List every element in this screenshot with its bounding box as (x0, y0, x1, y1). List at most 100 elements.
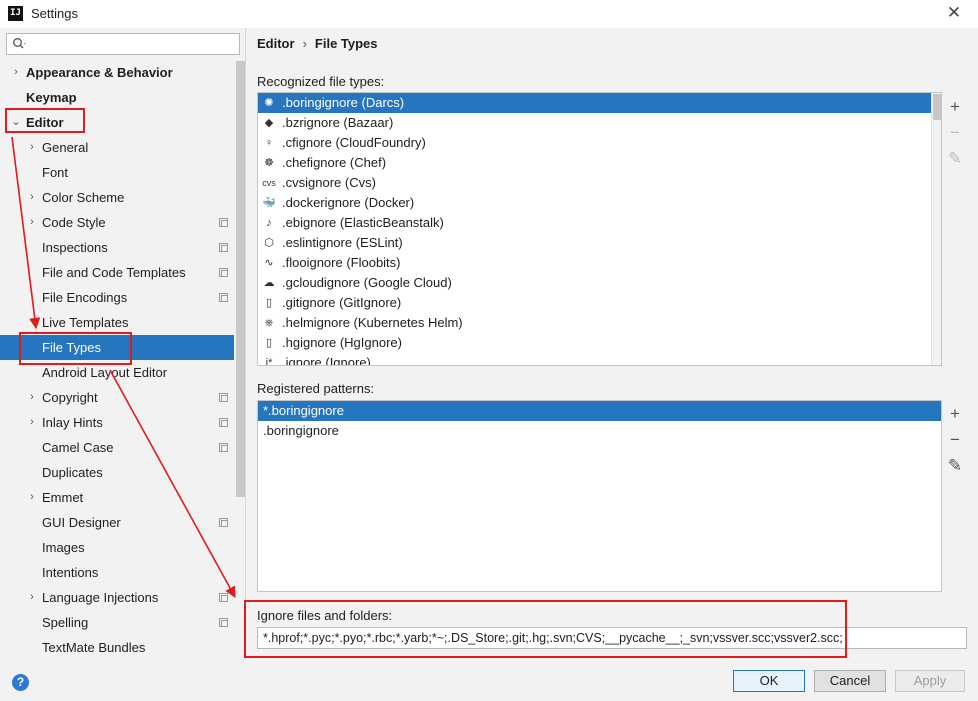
sidebar-item-inlay-hints[interactable]: › Inlay Hints (0, 410, 234, 435)
sidebar-item-file-and-code-templates[interactable]: File and Code Templates (0, 260, 234, 285)
file-type-row[interactable]: 🐳 .dockerignore (Docker) (258, 193, 941, 213)
sidebar-item-file-encodings[interactable]: File Encodings (0, 285, 234, 310)
expand-arrow-icon[interactable]: › (26, 485, 38, 510)
sidebar-item-label: Intentions (42, 565, 99, 580)
edit-file-type-button[interactable]: ✎ (946, 146, 964, 172)
expand-arrow-icon[interactable]: › (26, 410, 38, 435)
expand-arrow-icon[interactable]: › (26, 185, 38, 210)
sidebar-item-label: Images (42, 540, 85, 555)
project-scope-icon (219, 243, 228, 252)
chef-icon: ☸ (264, 157, 274, 169)
sidebar-item-intentions[interactable]: Intentions (0, 560, 234, 585)
project-scope-icon (219, 268, 228, 277)
docker-icon: 🐳 (262, 197, 276, 209)
file-type-row[interactable]: ☁ .gcloudignore (Google Cloud) (258, 273, 941, 293)
sidebar-item-editor[interactable]: ⌄ Editor (0, 110, 234, 135)
breadcrumb-parent[interactable]: Editor (257, 36, 295, 51)
file-type-label: .boringignore (Darcs) (282, 95, 405, 110)
registered-patterns-list[interactable]: *.boringignore .boringignore (257, 400, 942, 592)
project-scope-icon (219, 293, 228, 302)
sidebar-item-inspections[interactable]: Inspections (0, 235, 234, 260)
ok-button[interactable]: OK (733, 670, 805, 692)
file-type-row[interactable]: i* .ignore (Ignore) (258, 353, 941, 366)
recognized-file-types-list[interactable]: ✺ .boringignore (Darcs) ◆ .bzrignore (Bazaa… (257, 92, 942, 366)
sidebar-item-label: Keymap (26, 90, 77, 105)
file-type-row[interactable]: ✺ .boringignore (Darcs) (258, 93, 941, 113)
settings-tree: › Appearance & Behavior Keymap ⌄ Editor › Gene… (0, 60, 234, 660)
recognized-list-scrollbar[interactable] (931, 93, 941, 365)
apply-button[interactable]: Apply (895, 670, 965, 692)
file-type-label: .ignore (Ignore) (282, 355, 371, 366)
sidebar-item-copyright[interactable]: › Copyright (0, 385, 234, 410)
sidebar-item-color-scheme[interactable]: › Color Scheme (0, 185, 234, 210)
sidebar-item-label: Copyright (42, 390, 98, 405)
sidebar-item-font[interactable]: Font (0, 160, 234, 185)
expand-arrow-icon[interactable]: › (26, 585, 38, 610)
add-file-type-button[interactable]: + (946, 94, 964, 120)
expand-arrow-open-icon[interactable]: ⌄ (10, 110, 22, 135)
sidebar-item-camel-case[interactable]: Camel Case (0, 435, 234, 460)
file-type-row[interactable]: ∿ .flooignore (Floobits) (258, 253, 941, 273)
cloudfoundry-icon: ♀ (264, 137, 274, 149)
helm-icon: ⎈ (264, 317, 274, 329)
sidebar-item-android-layout-editor[interactable]: Android Layout Editor (0, 360, 234, 385)
sidebar-item-appearance-behavior[interactable]: › Appearance & Behavior (0, 60, 234, 85)
sidebar-item-gui-designer[interactable]: GUI Designer (0, 510, 234, 535)
file-type-row[interactable]: ◆ .bzrignore (Bazaar) (258, 113, 941, 133)
sidebar-item-live-templates[interactable]: Live Templates (0, 310, 234, 335)
gitignore-icon: ▯ (265, 297, 273, 309)
sidebar-item-label: Font (42, 165, 69, 180)
expand-arrow-icon[interactable]: › (26, 210, 38, 235)
bazaar-icon: ◆ (264, 117, 274, 129)
edit-pattern-button[interactable]: ✎ (946, 453, 964, 479)
help-icon[interactable]: ? (12, 674, 29, 691)
file-type-row[interactable]: ♀ .cfignore (CloudFoundry) (258, 133, 941, 153)
patterns-toolbar: + − ✎ (946, 401, 964, 479)
expand-arrow-icon[interactable]: › (10, 60, 22, 85)
file-type-label: .cvsignore (Cvs) (282, 175, 376, 190)
file-type-row[interactable]: ♪ .ebignore (ElasticBeanstalk) (258, 213, 941, 233)
file-type-label: .flooignore (Floobits) (282, 255, 401, 270)
remove-file-type-button[interactable]: − (946, 120, 964, 146)
sidebar-item-label: GUI Designer (42, 515, 121, 530)
file-type-label: .hgignore (HgIgnore) (282, 335, 402, 350)
sidebar-item-code-style[interactable]: › Code Style (0, 210, 234, 235)
expand-arrow-icon[interactable]: › (26, 385, 38, 410)
sidebar-item-label: File Encodings (42, 290, 128, 305)
ignore-files-label: Ignore files and folders: (257, 608, 393, 623)
file-type-row[interactable]: ⎈ .helmignore (Kubernetes Helm) (258, 313, 941, 333)
file-type-row[interactable]: cvs .cvsignore (Cvs) (258, 173, 941, 193)
sidebar-scrollbar[interactable] (236, 61, 245, 497)
scrollbar-thumb[interactable] (933, 94, 941, 120)
file-type-label: .bzrignore (Bazaar) (282, 115, 394, 130)
sidebar-item-label: Emmet (42, 490, 84, 505)
file-type-row[interactable]: ⬡ .eslintignore (ESLint) (258, 233, 941, 253)
search-input[interactable] (6, 33, 240, 55)
sidebar-item-emmet[interactable]: › Emmet (0, 485, 234, 510)
file-type-row[interactable]: ▯ .hgignore (HgIgnore) (258, 333, 941, 353)
sidebar-item-label: Android Layout Editor (42, 365, 168, 380)
project-scope-icon (219, 218, 228, 227)
file-type-row[interactable]: ☸ .chefignore (Chef) (258, 153, 941, 173)
pattern-row[interactable]: *.boringignore (258, 401, 941, 421)
sidebar-item-general[interactable]: › General (0, 135, 234, 160)
settings-sidebar: › Appearance & Behavior Keymap ⌄ Editor › Gene… (0, 28, 246, 660)
floobits-icon: ∿ (264, 257, 274, 269)
cancel-button[interactable]: Cancel (814, 670, 886, 692)
sidebar-item-images[interactable]: Images (0, 535, 234, 560)
expand-arrow-icon[interactable]: › (26, 135, 38, 160)
ignore-files-input[interactable]: *.hprof;*.pyc;*.pyo;*.rbc;*.yarb;*~;.DS_… (257, 627, 967, 649)
close-icon[interactable]: ✕ (944, 3, 964, 23)
sidebar-item-duplicates[interactable]: Duplicates (0, 460, 234, 485)
sidebar-item-keymap[interactable]: Keymap (0, 85, 234, 110)
sidebar-item-file-types[interactable]: File Types (0, 335, 234, 360)
add-pattern-button[interactable]: + (946, 401, 964, 427)
sidebar-item-language-injections[interactable]: › Language Injections (0, 585, 234, 610)
sidebar-item-label: Appearance & Behavior (26, 65, 173, 80)
sidebar-item-label: File and Code Templates (42, 265, 186, 280)
sidebar-item-textmate-bundles[interactable]: TextMate Bundles (0, 635, 234, 660)
pattern-row[interactable]: .boringignore (258, 421, 941, 441)
file-type-row[interactable]: ▯ .gitignore (GitIgnore) (258, 293, 941, 313)
remove-pattern-button[interactable]: − (946, 427, 964, 453)
sidebar-item-spelling[interactable]: Spelling (0, 610, 234, 635)
